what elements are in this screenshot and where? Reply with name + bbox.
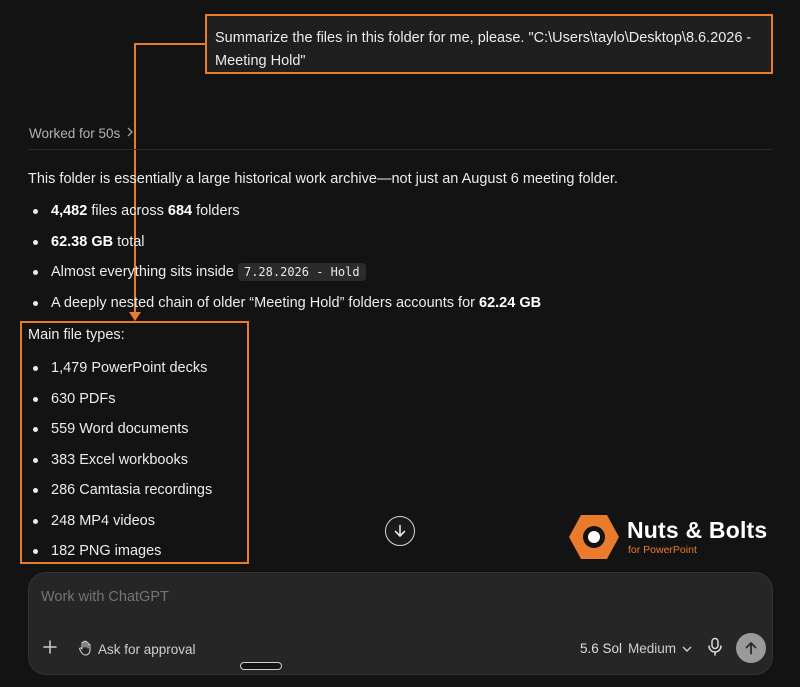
- hand-icon: [78, 640, 92, 659]
- folder-count: 684: [167, 203, 193, 219]
- list-item: 1,479 PowerPoint decks: [28, 359, 212, 390]
- scroll-to-bottom-button[interactable]: [385, 516, 415, 546]
- total-size: 62.38 GB: [51, 233, 114, 250]
- model-effort: Medium: [628, 641, 677, 656]
- arrow-down-icon: [394, 524, 406, 537]
- folder-name-code: 7.28.2026 - Hold: [237, 263, 366, 281]
- list-item: Almost everything sits inside 7.28.2026 …: [28, 263, 541, 294]
- user-message-text: Summarize the files in this folder for m…: [215, 30, 752, 69]
- chevron-right-icon: [126, 127, 134, 140]
- list-item: 286 Camtasia recordings: [28, 481, 212, 512]
- model-selector[interactable]: 5.6 Sol Medium: [580, 641, 692, 656]
- plus-icon[interactable]: [42, 639, 58, 655]
- nuts-and-bolts-logo: Nuts & Bolts for PowerPoint: [566, 512, 776, 562]
- nested-size: 62.24 GB: [479, 294, 542, 311]
- approval-mode-button[interactable]: Ask for approval: [78, 640, 196, 659]
- model-name: 5.6 Sol: [580, 641, 623, 656]
- fact-text: A deeply nested chain of older “Meeting …: [51, 294, 479, 311]
- message-input[interactable]: [41, 589, 721, 605]
- arrow-up-icon: [745, 642, 757, 655]
- list-item: 383 Excel workbooks: [28, 451, 212, 482]
- fact-text: total: [113, 233, 145, 250]
- hex-nut-logo-icon: [569, 515, 619, 559]
- response-intro: This folder is essentially a large histo…: [28, 171, 618, 187]
- chevron-down-icon: [682, 641, 692, 656]
- send-button[interactable]: [736, 633, 766, 663]
- list-item: 182 PNG images: [28, 542, 212, 573]
- file-count: 4,482: [51, 203, 88, 219]
- list-item: 630 PDFs: [28, 390, 212, 421]
- worked-for-toggle[interactable]: Worked for 50s: [29, 126, 134, 141]
- worked-for-label: Worked for 50s: [29, 126, 121, 141]
- logo-name: Nuts & Bolts: [627, 517, 768, 543]
- list-item: 559 Word documents: [28, 420, 212, 451]
- fact-text: Almost everything sits inside: [51, 264, 238, 280]
- file-types-heading: Main file types:: [28, 327, 125, 343]
- user-message-bubble: Summarize the files in this folder for m…: [205, 14, 773, 74]
- fact-text: folders: [192, 203, 240, 219]
- summary-facts-list: 4,482 files across 684 folders 62.38 GB …: [28, 202, 541, 324]
- logo-tagline: for PowerPoint: [628, 544, 697, 556]
- microphone-icon[interactable]: [706, 637, 724, 657]
- list-item: 4,482 files across 684 folders: [28, 202, 541, 233]
- list-item: 62.38 GB total: [28, 233, 541, 264]
- file-types-list: 1,479 PowerPoint decks 630 PDFs 559 Word…: [28, 359, 212, 573]
- list-item: 248 MP4 videos: [28, 512, 212, 543]
- list-item: A deeply nested chain of older “Meeting …: [28, 294, 541, 325]
- fact-text: files across: [87, 203, 168, 219]
- approval-label: Ask for approval: [98, 642, 196, 657]
- divider: [28, 149, 773, 150]
- composer: Ask for approval 5.6 Sol Medium: [28, 572, 773, 675]
- window-resize-handle[interactable]: [240, 662, 282, 670]
